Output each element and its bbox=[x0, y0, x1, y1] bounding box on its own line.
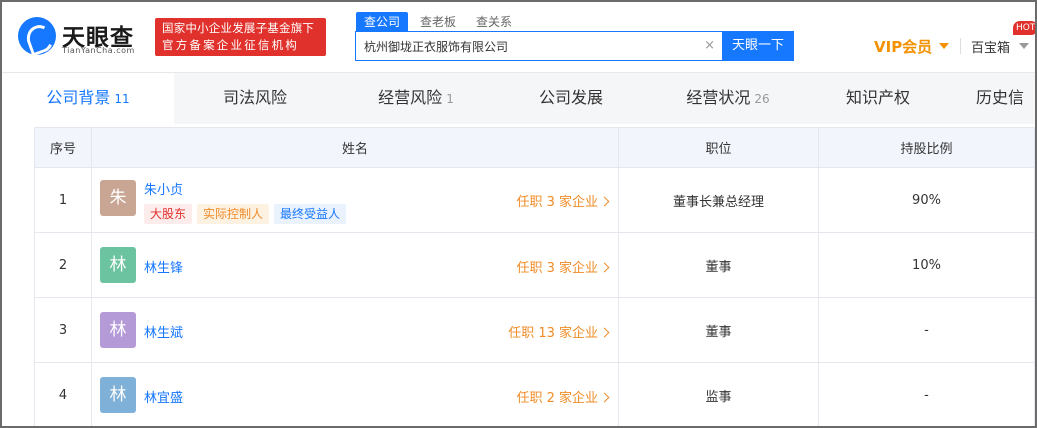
tag-actual-controller[interactable]: 实际控制人 bbox=[197, 204, 270, 224]
row-share: - bbox=[818, 362, 1035, 428]
chevron-down-icon bbox=[1019, 43, 1029, 49]
row-index: 4 bbox=[34, 362, 92, 428]
hot-badge: HOT bbox=[1013, 21, 1037, 35]
tab-label: 司法风险 bbox=[222, 88, 287, 107]
badge-line-2: 官方备案企业征信机构 bbox=[162, 38, 299, 52]
positions-held-link[interactable]: 任职 3 家企业 bbox=[516, 191, 610, 210]
row-share: - bbox=[818, 297, 1035, 363]
tab-count: 26 bbox=[754, 92, 770, 106]
positions-held-link[interactable]: 任职 3 家企业 bbox=[516, 257, 610, 276]
chevron-right-icon bbox=[599, 262, 610, 273]
chevron-right-icon bbox=[599, 196, 610, 207]
tag-major-shareholder[interactable]: 大股东 bbox=[144, 204, 193, 224]
search-tab-company[interactable]: 查公司 bbox=[356, 12, 409, 32]
table-row: 3 林 林生斌 任职 13 家企业 董事 - bbox=[34, 297, 1037, 363]
person-cell: 朱 朱小贞 大股东 实际控制人 最终受益人 任职 3 家企业 bbox=[91, 167, 619, 233]
person-name-link[interactable]: 林生锋 bbox=[144, 257, 183, 276]
row-index: 3 bbox=[34, 297, 92, 363]
avatar[interactable]: 林 bbox=[100, 312, 136, 348]
person-name-link[interactable]: 朱小贞 bbox=[144, 179, 183, 198]
clear-icon[interactable]: × bbox=[704, 38, 715, 53]
person-name-link[interactable]: 林生斌 bbox=[144, 322, 183, 341]
tab-count: 1 bbox=[446, 92, 454, 106]
tab-business-status[interactable]: 经营状况 26 bbox=[646, 73, 810, 125]
divider bbox=[960, 38, 961, 54]
avatar[interactable]: 林 bbox=[100, 377, 136, 413]
person-cell: 林 林生锋 任职 3 家企业 bbox=[91, 232, 619, 298]
tab-company-background[interactable]: 公司背景 11 bbox=[2, 73, 174, 125]
header-index: 序号 bbox=[34, 127, 92, 168]
tab-label: 公司背景 bbox=[46, 88, 111, 107]
official-badge: 国家中小企业发展子基金旗下 官方备案企业征信机构 bbox=[155, 18, 326, 56]
search-input[interactable]: 杭州御垅正衣服饰有限公司 × bbox=[355, 31, 723, 61]
positions-held-text: 任职 13 家企业 bbox=[508, 326, 598, 341]
toolbox-link[interactable]: 百宝箱 bbox=[971, 37, 1010, 56]
row-share: 90% bbox=[818, 167, 1035, 233]
tab-operating-risk[interactable]: 经营风险 1 bbox=[336, 73, 496, 125]
top-header: 天眼查 TianYanCha.com 国家中小企业发展子基金旗下 官方备案企业征… bbox=[0, 0, 1037, 72]
vip-member-link[interactable]: VIP会员 bbox=[874, 36, 932, 57]
row-index: 2 bbox=[34, 232, 92, 298]
row-position: 董事长兼总经理 bbox=[618, 167, 819, 233]
positions-held-text: 任职 3 家企业 bbox=[516, 261, 598, 276]
chevron-down-icon bbox=[939, 43, 949, 49]
table-row: 4 林 林宜盛 任职 2 家企业 监事 - bbox=[34, 362, 1037, 428]
positions-held-text: 任职 3 家企业 bbox=[516, 195, 598, 210]
search-input-value[interactable]: 杭州御垅正衣服饰有限公司 bbox=[364, 38, 508, 55]
tag-ultimate-beneficiary[interactable]: 最终受益人 bbox=[274, 204, 347, 224]
avatar[interactable]: 林 bbox=[100, 247, 136, 283]
avatar[interactable]: 朱 bbox=[100, 180, 136, 216]
row-position: 董事 bbox=[618, 232, 819, 298]
person-name-link[interactable]: 林宜盛 bbox=[144, 387, 183, 406]
positions-held-link[interactable]: 任职 13 家企业 bbox=[508, 322, 610, 341]
tab-history[interactable]: 历史信 bbox=[976, 73, 1037, 125]
row-position: 董事 bbox=[618, 297, 819, 363]
tab-judicial-risk[interactable]: 司法风险 bbox=[174, 73, 336, 125]
section-nav: 公司背景 11 司法风险 经营风险 1 公司发展 经营状况 26 知识产权 历史信 bbox=[2, 72, 1037, 125]
person-tags: 大股东 实际控制人 最终受益人 bbox=[144, 204, 347, 224]
tab-intellectual-property[interactable]: 知识产权 bbox=[810, 73, 946, 125]
tab-label: 公司发展 bbox=[538, 88, 603, 107]
header-name: 姓名 bbox=[91, 127, 619, 168]
staff-table: 序号 姓名 职位 持股比例 1 朱 朱小贞 大股东 实际控制人 最终受益人 任职… bbox=[34, 127, 1037, 428]
search-tab-relation[interactable]: 查关系 bbox=[468, 12, 520, 32]
person-cell: 林 林宜盛 任职 2 家企业 bbox=[91, 362, 619, 428]
search-button[interactable]: 天眼一下 bbox=[722, 31, 794, 61]
tab-label: 经营状况 bbox=[686, 88, 751, 107]
row-index: 1 bbox=[34, 167, 92, 233]
table-header-row: 序号 姓名 职位 持股比例 bbox=[34, 127, 1037, 168]
tianyancha-logo[interactable]: 天眼查 TianYanCha.com bbox=[18, 17, 146, 57]
logo-icon bbox=[18, 17, 56, 55]
badge-line-1: 国家中小企业发展子基金旗下 bbox=[162, 21, 315, 35]
chevron-right-icon bbox=[599, 327, 610, 338]
tab-company-development[interactable]: 公司发展 bbox=[496, 73, 646, 125]
search-type-tabs: 查公司 查老板 查关系 bbox=[356, 12, 524, 32]
tab-label: 历史信 bbox=[976, 88, 1025, 107]
row-position: 监事 bbox=[618, 362, 819, 428]
header-position: 职位 bbox=[618, 127, 819, 168]
header-share-ratio: 持股比例 bbox=[818, 127, 1035, 168]
positions-held-text: 任职 2 家企业 bbox=[516, 391, 598, 406]
table-row: 1 朱 朱小贞 大股东 实际控制人 最终受益人 任职 3 家企业 董事长兼总经理… bbox=[34, 167, 1037, 233]
row-share: 10% bbox=[818, 232, 1035, 298]
tab-label: 经营风险 bbox=[378, 88, 443, 107]
person-cell: 林 林生斌 任职 13 家企业 bbox=[91, 297, 619, 363]
logo-subtext: TianYanCha.com bbox=[62, 46, 135, 55]
positions-held-link[interactable]: 任职 2 家企业 bbox=[516, 387, 610, 406]
tab-label: 知识产权 bbox=[845, 88, 910, 107]
search-tab-boss[interactable]: 查老板 bbox=[412, 12, 464, 32]
tab-count: 11 bbox=[114, 92, 130, 106]
table-row: 2 林 林生锋 任职 3 家企业 董事 10% bbox=[34, 232, 1037, 298]
chevron-right-icon bbox=[599, 392, 610, 403]
